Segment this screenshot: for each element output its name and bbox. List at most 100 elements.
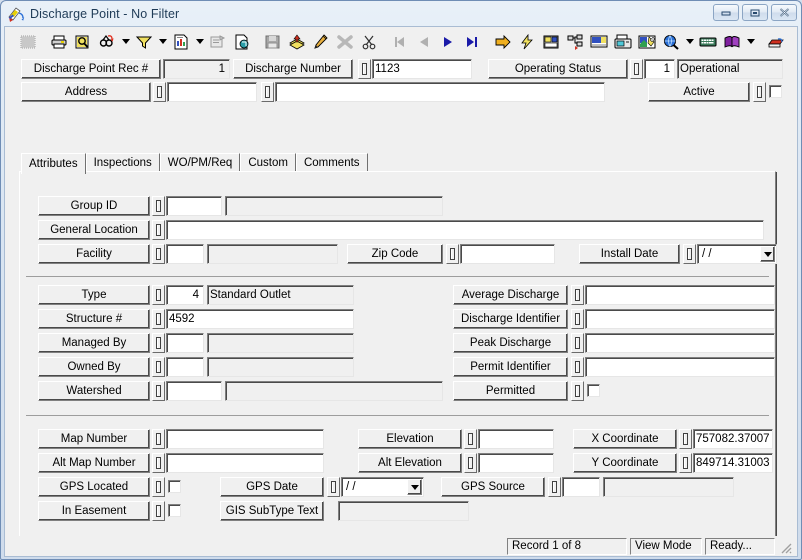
group-id-label[interactable]: Group ID: [38, 196, 150, 216]
managed-by-grip[interactable]: [152, 333, 165, 353]
owned-by-label[interactable]: Owned By: [38, 357, 150, 377]
y-coordinate-grip[interactable]: [679, 453, 692, 473]
filter-icon[interactable]: [132, 30, 156, 53]
structure-number-label[interactable]: Structure #: [38, 309, 150, 329]
tab-wo-pm-req[interactable]: WO/PM/Req: [159, 153, 241, 172]
next-record-icon[interactable]: [436, 30, 460, 53]
permitted-grip[interactable]: [571, 381, 584, 401]
keyboard-icon[interactable]: [696, 30, 720, 53]
group-id-code[interactable]: [166, 196, 222, 216]
type-label[interactable]: Type: [38, 285, 150, 305]
address-grip-1[interactable]: [153, 82, 166, 102]
zip-code-label[interactable]: Zip Code: [347, 244, 443, 264]
alt-map-number-grip[interactable]: [152, 453, 165, 473]
permitted-label[interactable]: Permitted: [453, 381, 568, 401]
last-record-icon[interactable]: [460, 30, 484, 53]
previous-record-icon[interactable]: [412, 30, 436, 53]
in-easement-label[interactable]: In Easement: [38, 501, 150, 521]
in-easement-grip[interactable]: [152, 501, 165, 521]
print-preview-icon[interactable]: [71, 30, 95, 53]
elevation-label[interactable]: Elevation: [358, 429, 462, 449]
map-number-input[interactable]: [166, 429, 324, 449]
elevation-input[interactable]: [478, 429, 554, 449]
layout-icon[interactable]: [539, 30, 563, 53]
cut-icon[interactable]: [357, 30, 381, 53]
type-code[interactable]: 4: [166, 285, 204, 305]
owned-by-grip[interactable]: [152, 357, 165, 377]
install-date-combo[interactable]: / /: [697, 244, 777, 264]
watershed-code[interactable]: [166, 381, 222, 401]
alt-elevation-label[interactable]: Alt Elevation: [358, 453, 462, 473]
operating-status-code[interactable]: 1: [644, 59, 675, 79]
average-discharge-grip[interactable]: [571, 285, 584, 305]
goto-icon[interactable]: [491, 30, 515, 53]
gis-subtype-text-label[interactable]: GIS SubType Text: [220, 501, 324, 521]
alt-elevation-input[interactable]: [478, 453, 554, 473]
average-discharge-input[interactable]: [585, 285, 775, 305]
report-icon[interactable]: [169, 30, 193, 53]
tab-attributes[interactable]: Attributes: [21, 153, 86, 174]
alt-map-number-label[interactable]: Alt Map Number: [38, 453, 150, 473]
tab-inspections[interactable]: Inspections: [85, 153, 160, 172]
report-dropdown-icon[interactable]: [193, 30, 206, 53]
gps-source-code[interactable]: [562, 477, 600, 497]
save-icon[interactable]: [261, 30, 285, 53]
fax-icon[interactable]: [611, 30, 635, 53]
owned-by-code[interactable]: [166, 357, 204, 377]
gps-located-checkbox[interactable]: [168, 480, 181, 493]
grid-view-icon[interactable]: [16, 30, 40, 53]
copy-record-icon[interactable]: [230, 30, 254, 53]
install-date-grip[interactable]: [683, 244, 696, 264]
address-label[interactable]: Address: [21, 82, 151, 102]
active-label[interactable]: Active: [648, 82, 750, 102]
managed-by-label[interactable]: Managed By: [38, 333, 150, 353]
type-grip[interactable]: [152, 285, 165, 305]
facility-grip[interactable]: [152, 244, 165, 264]
alt-map-number-input[interactable]: [166, 453, 324, 473]
in-easement-checkbox[interactable]: [168, 504, 181, 517]
peak-discharge-grip[interactable]: [571, 333, 584, 353]
delete-record-icon[interactable]: [333, 30, 357, 53]
first-record-icon[interactable]: [388, 30, 412, 53]
operating-status-label[interactable]: Operating Status: [488, 59, 628, 79]
watershed-grip[interactable]: [152, 381, 165, 401]
discharge-number-input[interactable]: 1123: [372, 59, 472, 79]
tree-view-icon[interactable]: [563, 30, 587, 53]
y-coordinate-label[interactable]: Y Coordinate: [573, 453, 677, 473]
active-grip[interactable]: [753, 82, 766, 102]
discharge-identifier-grip[interactable]: [571, 309, 584, 329]
x-coordinate-label[interactable]: X Coordinate: [573, 429, 677, 449]
discharge-number-label[interactable]: Discharge Number: [233, 59, 353, 79]
map-number-grip[interactable]: [152, 429, 165, 449]
gps-date-grip[interactable]: [327, 477, 340, 497]
permit-identifier-grip[interactable]: [571, 357, 584, 377]
elevation-grip[interactable]: [464, 429, 477, 449]
structure-number-input[interactable]: 4592: [166, 309, 354, 329]
permit-identifier-label[interactable]: Permit Identifier: [453, 357, 568, 377]
general-location-input[interactable]: [166, 220, 764, 240]
image-edit-icon[interactable]: [635, 30, 659, 53]
print-icon[interactable]: [47, 30, 71, 53]
discharge-point-rec-label[interactable]: Discharge Point Rec #: [21, 59, 161, 79]
watershed-label[interactable]: Watershed: [38, 381, 150, 401]
map-number-label[interactable]: Map Number: [38, 429, 150, 449]
zip-code-input[interactable]: [460, 244, 555, 264]
gps-located-label[interactable]: GPS Located: [38, 477, 150, 497]
address-input-1[interactable]: [167, 82, 257, 102]
group-id-grip[interactable]: [152, 196, 165, 216]
exit-icon[interactable]: [764, 30, 788, 53]
tab-comments[interactable]: Comments: [295, 153, 368, 172]
x-coordinate-grip[interactable]: [679, 429, 692, 449]
managed-by-code[interactable]: [166, 333, 204, 353]
filter-dropdown-icon[interactable]: [156, 30, 169, 53]
average-discharge-label[interactable]: Average Discharge: [453, 285, 568, 305]
help-book-icon[interactable]: [720, 30, 744, 53]
permitted-checkbox[interactable]: [587, 384, 600, 397]
globe-search-icon[interactable]: [659, 30, 683, 53]
gps-source-grip[interactable]: [548, 477, 561, 497]
install-date-label[interactable]: Install Date: [579, 244, 680, 264]
gps-source-label[interactable]: GPS Source: [441, 477, 545, 497]
peak-discharge-input[interactable]: [585, 333, 775, 353]
tab-custom[interactable]: Custom: [240, 153, 296, 172]
discharge-number-grip[interactable]: [358, 59, 371, 79]
